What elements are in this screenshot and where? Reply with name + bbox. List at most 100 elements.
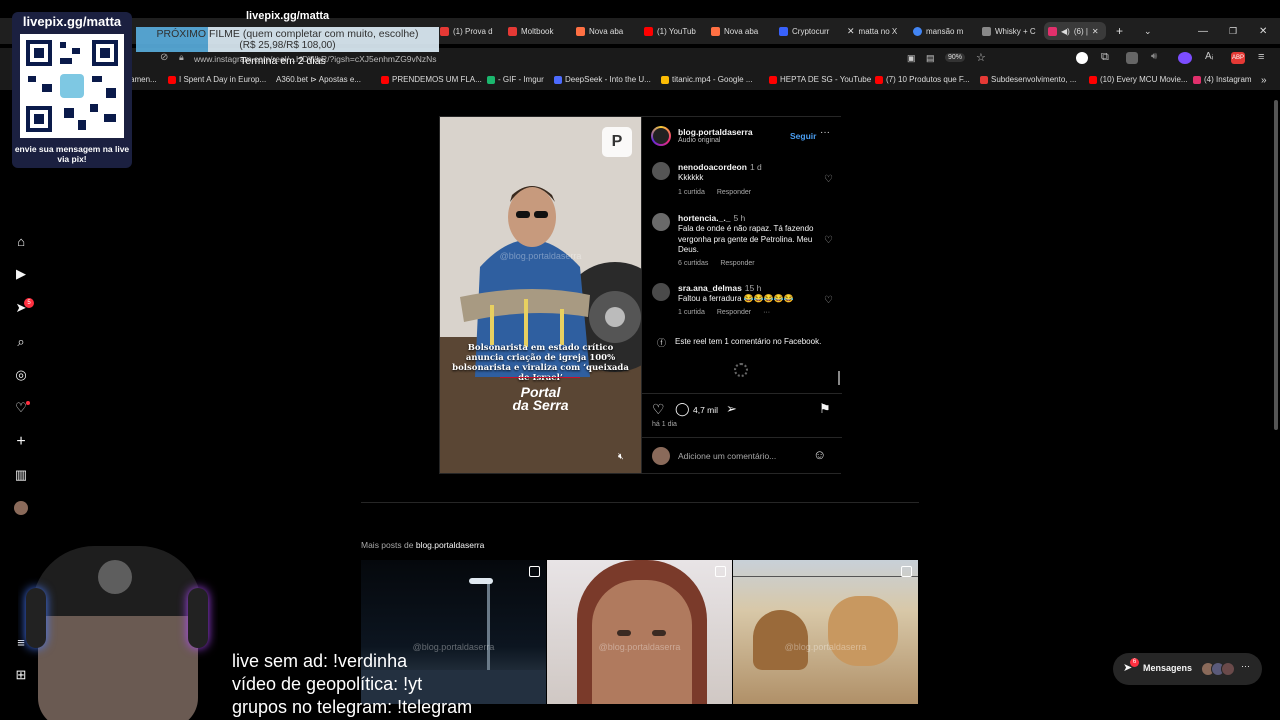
more-post-thumbnail[interactable]: @blog.portaldaserra [733, 560, 918, 704]
browser-tab[interactable]: Nova aba [711, 22, 771, 40]
lock-icon[interactable]: 🔒︎ [179, 52, 184, 63]
bookmark-item[interactable]: Subdesenvolvimento, ... [980, 75, 1076, 84]
minimize-button[interactable]: — [1198, 22, 1208, 40]
bookmark-item[interactable]: I Spent A Day in Europ... [168, 75, 266, 84]
extensions-puzzle-icon[interactable]: ⧉ [1101, 51, 1109, 64]
messages-button[interactable]: ➤ 6 Mensagens ··· [1113, 653, 1262, 685]
dashboard-icon[interactable]: ▥ [12, 466, 30, 484]
reader-view-icon[interactable]: ▤ [926, 53, 935, 64]
comment-text: Fala de onde é não rapaz. Tá fazendo ver… [678, 224, 814, 254]
extension-icon[interactable] [1178, 52, 1192, 64]
browser-tab[interactable]: Nova aba [576, 22, 636, 40]
avatar[interactable] [652, 213, 670, 231]
like-comment-icon[interactable]: ♡ [824, 174, 833, 185]
restore-button[interactable]: ❐ [1229, 22, 1237, 40]
reply-button[interactable]: Responder [717, 309, 751, 316]
bookmark-item[interactable]: PRENDEMOS UM FLA... [381, 75, 482, 84]
bookmark-item[interactable]: titanic.mp4 - Google ... [661, 75, 752, 84]
tab-favicon-icon [508, 26, 517, 36]
next-movie-amount: (R$ 25,98/R$ 108,00) [239, 40, 336, 51]
adblock-icon[interactable]: ABP [1231, 52, 1245, 64]
emoji-icon[interactable]: ☺ [813, 447, 826, 462]
reels-icon[interactable]: ▶ [12, 265, 30, 283]
home-icon[interactable]: ⌂ [12, 232, 30, 250]
like-comment-icon[interactable]: ♡ [824, 295, 833, 306]
create-icon[interactable]: + [12, 433, 30, 451]
browser-tab[interactable]: mansão m [913, 22, 973, 40]
speaker-icon[interactable]: ◀) [1061, 27, 1070, 36]
more-icon: ··· [1241, 661, 1250, 671]
bookmark-item[interactable]: (10) Every MCU Movie... [1089, 75, 1188, 84]
shield-extension-icon[interactable] [1126, 52, 1138, 64]
overlay-header-url: livepix.gg/matta [246, 10, 330, 22]
author-avatar[interactable] [651, 126, 671, 146]
bookmark-item[interactable]: HEPTA DE SG - YouTube [769, 75, 871, 84]
mute-icon[interactable]: 🔇︎ [618, 451, 624, 462]
more-posts-author[interactable]: blog.portaldaserra [416, 540, 485, 550]
bookmarks-overflow-icon[interactable]: » [1261, 75, 1267, 86]
comment-likes[interactable]: 1 curtida [678, 309, 705, 316]
share-icon[interactable]: ➢ [726, 401, 737, 417]
picture-in-picture-icon[interactable]: ▣ [907, 53, 916, 64]
like-icon[interactable]: ♡ [652, 401, 665, 418]
browser-menu-icon[interactable]: ≡ [1258, 51, 1264, 63]
browser-tab[interactable]: ✕ matta no X [847, 22, 907, 40]
explore-icon[interactable]: ◎ [12, 366, 30, 384]
audio-label[interactable]: Áudio original [678, 137, 720, 144]
browser-tab-active[interactable]: ◀) (6) | ✕ [1044, 22, 1106, 40]
browser-tab[interactable]: (1) Prova d [440, 22, 500, 40]
close-tab-icon[interactable]: ✕ [1092, 27, 1099, 36]
bookmark-item[interactable]: (4) Instagram [1193, 75, 1252, 84]
comment-input[interactable]: Adicione um comentário... [678, 451, 776, 461]
comment-count[interactable]: 4,7 mil [693, 405, 718, 415]
tracking-protection-icon[interactable]: ⊘ [160, 52, 168, 63]
zoom-level[interactable]: 90% [945, 53, 966, 62]
follow-button[interactable]: Seguir [790, 131, 816, 141]
comment-options-icon[interactable]: ··· [763, 309, 770, 316]
page-scrollbar[interactable] [1274, 100, 1278, 430]
comment-icon[interactable]: ◯ [675, 401, 690, 417]
close-window-button[interactable]: ✕ [1259, 22, 1267, 40]
browser-tab[interactable]: Moltbook [508, 22, 568, 40]
translate-icon[interactable]: Aᵢ [1205, 51, 1213, 62]
reel-video[interactable]: P @blog.portaldaserra Bolsonarista em es… [440, 117, 641, 473]
comment-item: sra.ana_delmas 15 h Faltou a ferradura 😂😂… [652, 283, 837, 323]
comment-username[interactable]: nenodoacordeon 1 d [678, 162, 762, 172]
bookmark-item[interactable]: (7) 10 Produtos que F... [875, 75, 970, 84]
speaker-extension-icon[interactable]: 🔊︎ [1151, 51, 1157, 62]
bookmark-label: DeepSeek - Into the U... [565, 75, 651, 84]
bookmark-label: amen... [130, 75, 157, 84]
tab-list-chevron-icon[interactable]: ⌄ [1144, 22, 1152, 40]
comment-likes[interactable]: 1 curtida [678, 189, 705, 196]
bookmark-item[interactable]: - GIF - Imgur [487, 75, 544, 84]
avatar[interactable] [652, 162, 670, 180]
browser-tab[interactable]: (1) YouTub [644, 22, 704, 40]
bookmark-item[interactable]: DeepSeek - Into the U... [554, 75, 651, 84]
browser-tab[interactable]: Cryptocurr [779, 22, 839, 40]
new-tab-button[interactable]: + [1116, 22, 1123, 40]
browser-tab[interactable]: Whisky + C [982, 22, 1042, 40]
comment-user[interactable]: nenodoacordeon [678, 162, 747, 172]
bookmark-item[interactable]: amen... [130, 75, 157, 84]
bookmark-item[interactable]: A360.bet ⊳ Apostas e... [276, 75, 361, 84]
more-options-icon[interactable]: ··· [820, 127, 830, 138]
comment-username[interactable]: sra.ana_delmas 15 h [678, 283, 761, 293]
search-icon[interactable]: ⌕ [12, 333, 30, 351]
save-icon[interactable]: ⚑ [819, 401, 831, 417]
comment-user[interactable]: hortencia._._ [678, 213, 730, 223]
reply-button[interactable]: Responder [720, 260, 754, 267]
profile-icon[interactable] [12, 499, 30, 517]
comments-scrollbar[interactable] [838, 371, 840, 385]
comment-meta: 1 curtida Responder [678, 189, 763, 196]
comment-user[interactable]: sra.ana_delmas [678, 283, 742, 293]
like-comment-icon[interactable]: ♡ [824, 235, 833, 246]
more-post-thumbnail[interactable]: @blog.portaldaserra [547, 560, 732, 704]
extension-icon[interactable] [1076, 52, 1088, 64]
more-posts-label: Mais posts de [361, 540, 414, 550]
comment-likes[interactable]: 6 curtidas [678, 260, 708, 267]
reply-button[interactable]: Responder [717, 189, 751, 196]
comment-username[interactable]: hortencia._._ 5 h [678, 213, 745, 223]
avatar[interactable] [652, 283, 670, 301]
author-name[interactable]: blog.portaldaserra [678, 127, 753, 137]
bookmark-star-icon[interactable]: ☆ [976, 51, 986, 64]
